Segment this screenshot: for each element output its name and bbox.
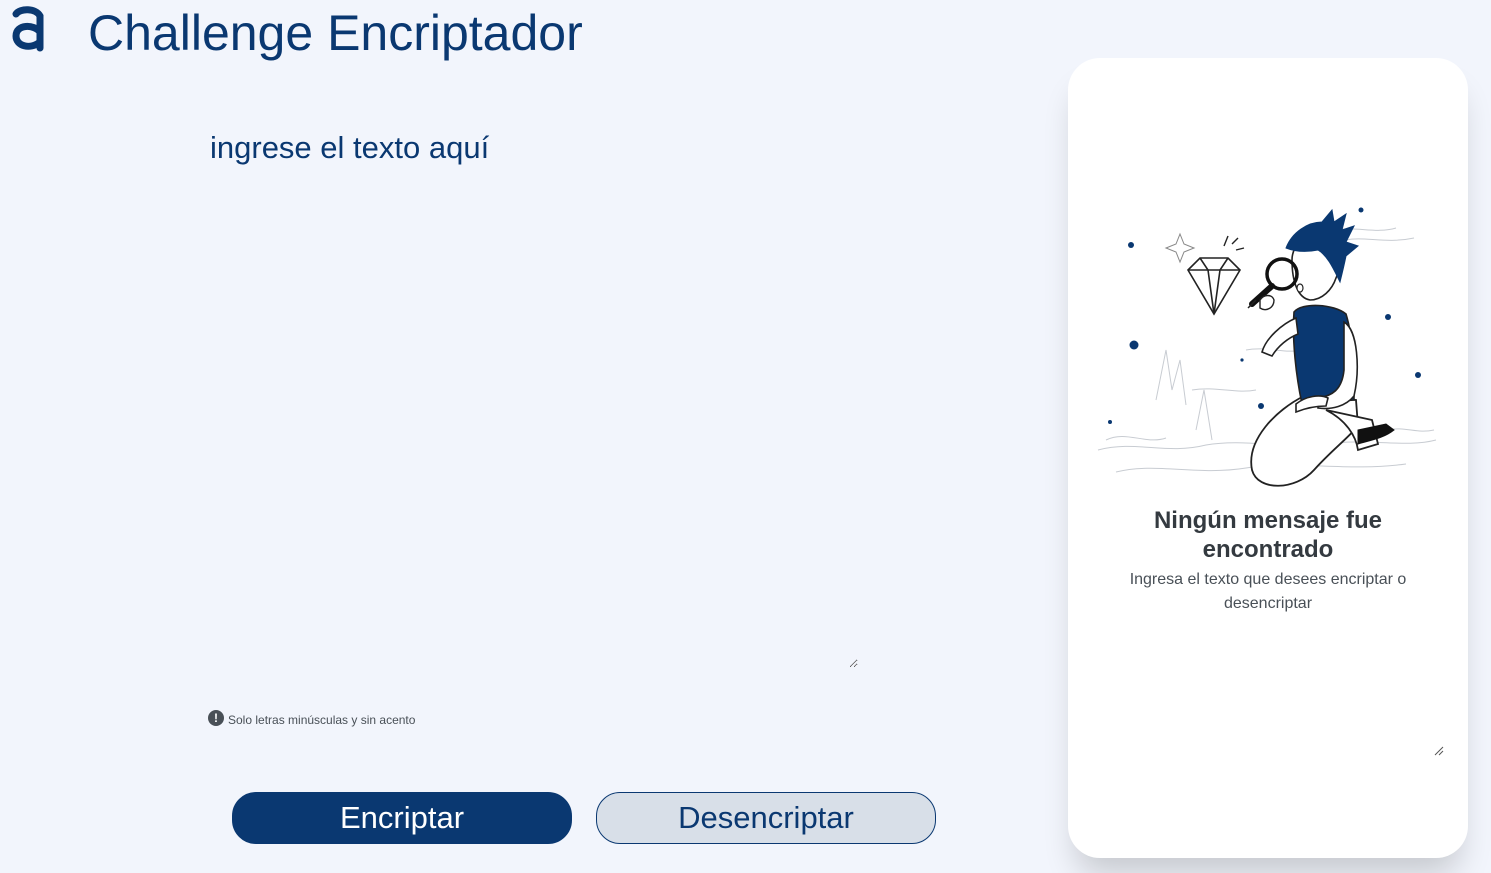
hint-text: Solo letras minúsculas y sin acento [228, 713, 416, 727]
person-with-magnifier-illustration [1097, 207, 1437, 487]
app-title: Challenge Encriptador [88, 5, 583, 61]
empty-state-subtitle: Ingresa el texto que desees encriptar o … [1129, 571, 1407, 612]
resize-handle-icon[interactable] [1434, 746, 1444, 756]
decrypt-button[interactable]: Desencriptar [596, 792, 936, 844]
output-panel: Ningún mensaje fue encontrado Ingresa el… [1068, 58, 1468, 858]
app-page: Challenge Encriptador ! Solo letras minú… [0, 0, 1491, 873]
exclamation-circle-icon: ! [208, 710, 224, 726]
encrypt-button[interactable]: Encriptar [232, 792, 572, 844]
input-hint: ! Solo letras minúsculas y sin acento [208, 710, 416, 727]
alura-logo-icon [12, 6, 44, 52]
message-input[interactable] [206, 120, 858, 668]
empty-state-title: Ningún mensaje fue encontrado [1153, 507, 1383, 563]
